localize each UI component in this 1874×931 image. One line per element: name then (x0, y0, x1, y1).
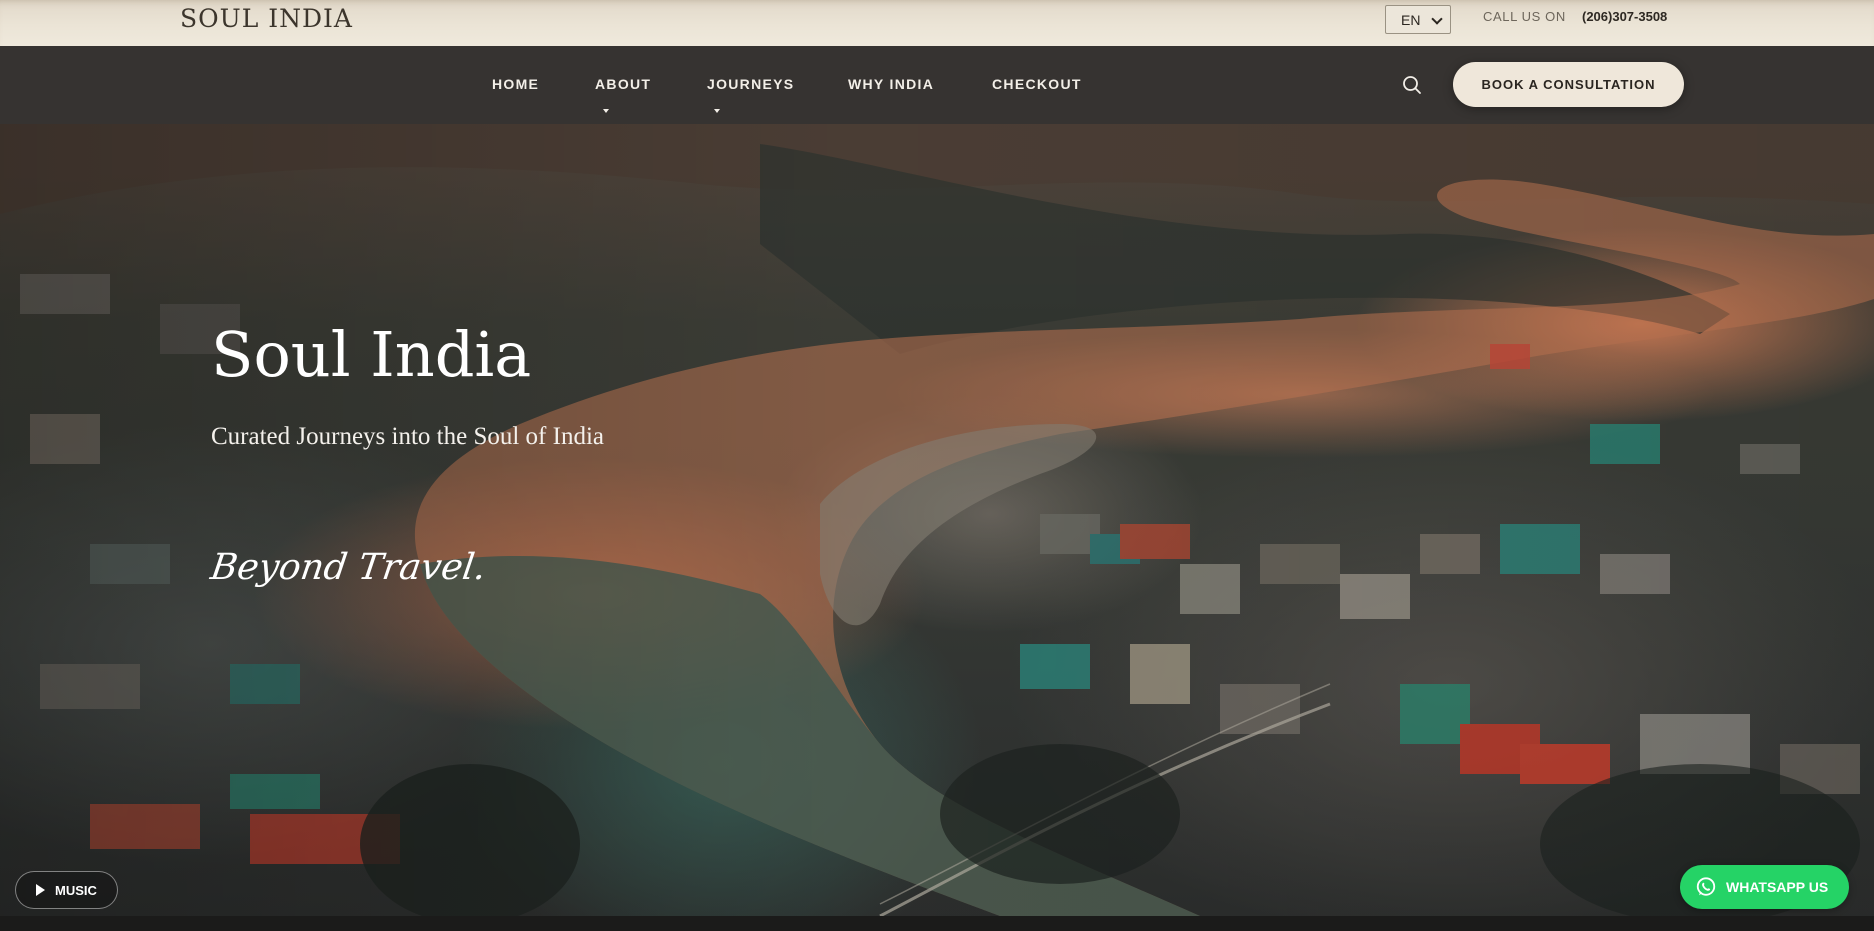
page-bottom-strip (0, 916, 1874, 931)
phone-number-link[interactable]: (206)307-3508 (1582, 9, 1667, 24)
whatsapp-label: WHATSAPP US (1726, 879, 1829, 895)
hero-title: Soul India (211, 318, 532, 391)
chevron-down-icon (1431, 13, 1443, 25)
site-logo[interactable]: SOUL INDIA (180, 4, 353, 33)
hero-subtitle: Curated Journeys into the Soul of India (211, 423, 604, 450)
play-icon (36, 884, 45, 896)
top-utility-bar: SOUL INDIA EN CALL US ON (206)307-3508 (0, 0, 1874, 46)
hero-overlay (0, 124, 1874, 916)
whatsapp-icon (1696, 877, 1716, 896)
language-select[interactable]: EN (1385, 5, 1451, 34)
main-navigation: HOME ABOUT JOURNEYS WHY INDIA CHECKOUT B… (0, 46, 1874, 124)
nav-item-why-india[interactable]: WHY INDIA (848, 76, 934, 92)
search-icon[interactable] (1402, 75, 1422, 95)
dropdown-caret-icon (603, 109, 609, 113)
book-consultation-button[interactable]: BOOK A CONSULTATION (1453, 62, 1684, 107)
dropdown-caret-icon (714, 109, 720, 113)
nav-item-journeys[interactable]: JOURNEYS (707, 76, 794, 92)
nav-item-checkout[interactable]: CHECKOUT (992, 76, 1082, 92)
music-toggle-button[interactable]: MUSIC (15, 871, 118, 909)
whatsapp-button[interactable]: WHATSAPP US (1680, 865, 1849, 909)
music-label: MUSIC (55, 882, 97, 898)
nav-item-home[interactable]: HOME (492, 76, 539, 92)
hero-banner: Soul India Curated Journeys into the Sou… (0, 124, 1874, 916)
call-us-label: CALL US ON (1483, 9, 1566, 24)
hero-tagline: Beyond Travel. (208, 547, 489, 588)
nav-item-about[interactable]: ABOUT (595, 76, 651, 92)
language-select-value: EN (1401, 11, 1421, 28)
